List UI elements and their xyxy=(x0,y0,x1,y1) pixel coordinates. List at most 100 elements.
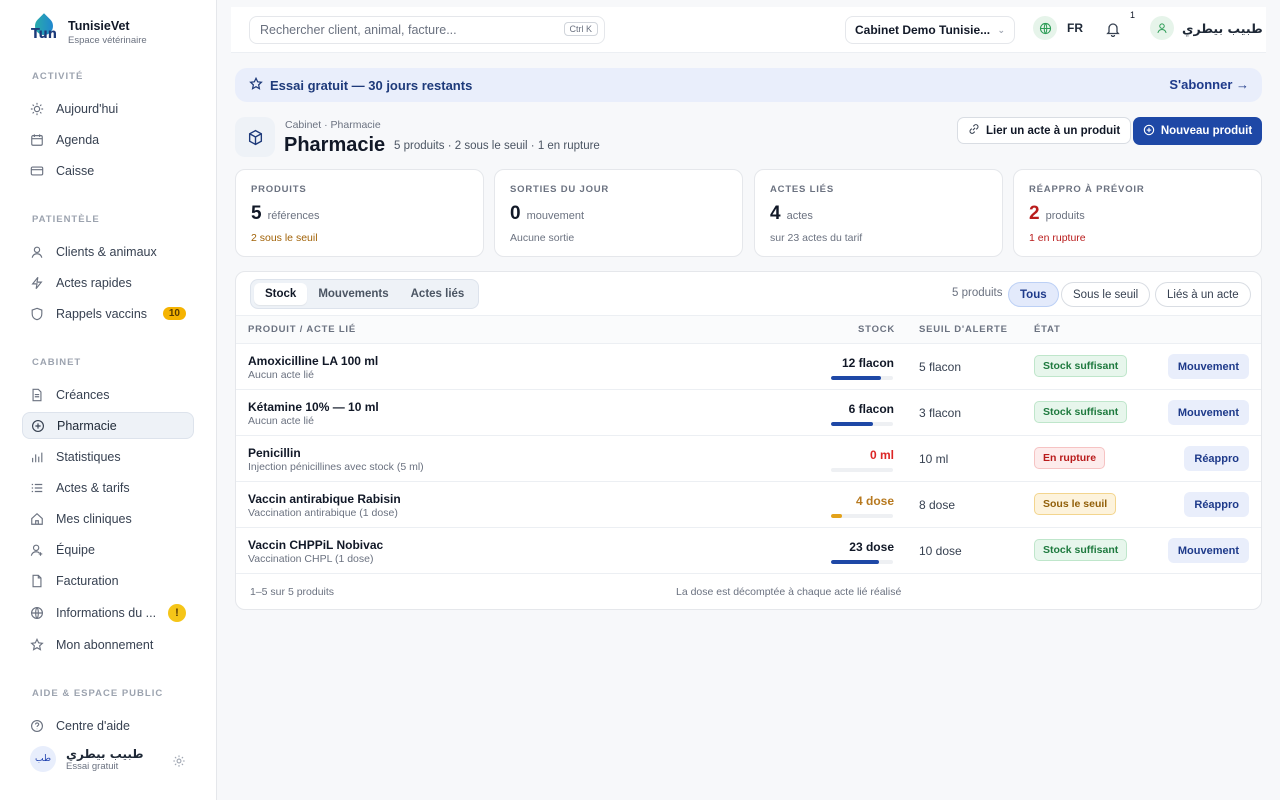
sidebar-item-clients[interactable]: Clients & animaux xyxy=(22,238,194,265)
page-title: Pharmacie xyxy=(284,134,386,156)
kpi-value: 4 xyxy=(770,203,781,224)
wallet-icon xyxy=(30,164,44,178)
user-menu[interactable]: طبيب بيطري xyxy=(1150,16,1263,40)
user-icon xyxy=(30,245,44,259)
status-badge: Stock suffisant xyxy=(1034,539,1128,561)
link-icon xyxy=(968,123,980,138)
sidebar-item-label: Centre d'aide xyxy=(56,718,130,733)
help-icon xyxy=(30,719,44,733)
language-switcher[interactable]: FR xyxy=(1033,16,1083,40)
kpi-note: sur 23 actes du tarif xyxy=(770,232,863,244)
language-label: FR xyxy=(1067,21,1083,35)
stock-quantity: 4 dose xyxy=(855,494,894,508)
linked-act: Injection pénicillines avec stock (5 ml) xyxy=(248,461,424,473)
status-badge: Stock suffisant xyxy=(1034,401,1128,423)
sidebar-item-mes-cliniques[interactable]: Mes cliniques xyxy=(22,505,194,532)
gear-icon[interactable] xyxy=(172,754,186,768)
sidebar-item-equipe[interactable]: Équipe xyxy=(22,536,194,563)
sidebar-item-label: Agenda xyxy=(56,132,100,147)
kpi-unit: mouvement xyxy=(526,210,585,222)
sidebar-item-creances[interactable]: Créances xyxy=(22,381,194,408)
kpi-value: 2 xyxy=(1029,203,1040,224)
avatar: طب xyxy=(30,746,56,772)
plus-circle-icon xyxy=(31,419,45,433)
product-name: Vaccin antirabique Rabisin xyxy=(248,492,401,506)
kpi-unit: références xyxy=(267,210,320,222)
product-count: 5 produits xyxy=(952,287,1003,299)
linked-act: Vaccination CHPL (1 dose) xyxy=(248,553,374,565)
stock-level-bar xyxy=(831,376,893,380)
sidebar-item-label: Rappels vaccins xyxy=(56,306,148,321)
mouvement-button[interactable]: Mouvement xyxy=(1167,400,1249,425)
shortcut-hint: Ctrl K xyxy=(563,22,598,36)
mouvement-button[interactable]: Mouvement xyxy=(1167,538,1249,563)
sidebar-item-informations[interactable]: Informations du ... ! xyxy=(22,599,194,626)
sidebar-item-mon-abonnement[interactable]: Mon abonnement xyxy=(22,631,194,658)
stock-level-bar xyxy=(831,514,893,518)
sidebar-user[interactable]: طب طبيب بيطري Essai gratuit xyxy=(30,746,190,772)
user-icon xyxy=(1150,16,1174,40)
brand-name: TunisieVet xyxy=(68,18,130,33)
sidebar-item-centre-aide[interactable]: Centre d'aide xyxy=(22,712,194,739)
bell-icon[interactable] xyxy=(1105,21,1121,40)
table-row[interactable]: Amoxicilline LA 100 ml Aucun acte lié 12 f… xyxy=(236,344,1261,390)
sidebar-item-caisse[interactable]: Caisse xyxy=(22,157,194,184)
tab-actes-lies[interactable]: Actes liés xyxy=(400,283,476,305)
sidebar-user-plan: Essai gratuit xyxy=(66,760,119,772)
sidebar-item-label: Clients & animaux xyxy=(56,244,157,259)
sidebar-item-statistiques[interactable]: Statistiques xyxy=(22,443,194,470)
sidebar-item-actes-tarifs[interactable]: Actes & tarifs xyxy=(22,474,194,501)
table-row[interactable]: Vaccin CHPPiL Nobivac Vaccination CHPL (1… xyxy=(236,528,1261,574)
sidebar-item-label: Créances xyxy=(56,387,110,402)
trial-banner: Essai gratuit — 30 jours restants S'abon… xyxy=(235,68,1262,102)
mouvement-button[interactable]: Mouvement xyxy=(1167,354,1249,379)
sidebar-item-rappels-vaccins[interactable]: Rappels vaccins 10 xyxy=(22,300,194,327)
column-header-etat: ÉTAT xyxy=(1034,324,1061,335)
table-row[interactable]: Penicillin Injection pénicillines avec st… xyxy=(236,436,1261,482)
sidebar-item-pharmacie[interactable]: Pharmacie xyxy=(22,412,194,439)
sidebar-item-label: Équipe xyxy=(56,542,95,557)
kpi-note: 1 en rupture xyxy=(1029,232,1086,244)
tab-bar: Stock Mouvements Actes liés xyxy=(250,279,480,309)
reappro-button[interactable]: Réappro xyxy=(1184,492,1249,517)
cabinet-select[interactable]: Cabinet Demo Tunisie... ⌄ xyxy=(845,16,1015,44)
product-name: Amoxicilline LA 100 ml xyxy=(248,354,379,368)
sidebar-item-agenda[interactable]: Agenda xyxy=(22,126,194,153)
star-icon xyxy=(30,637,44,652)
status-badge: Sous le seuil xyxy=(1034,493,1117,515)
reminder-count-badge: 10 xyxy=(162,307,186,320)
link-act-button[interactable]: Lier un acte à un produit xyxy=(957,117,1132,144)
status-badge: En rupture xyxy=(1034,447,1106,469)
search-box[interactable]: Ctrl K xyxy=(249,16,605,44)
filter-sous-le-seuil[interactable]: Sous le seuil xyxy=(1061,282,1151,307)
section-title-activite: ACTIVITÉ xyxy=(32,71,84,82)
subscribe-link[interactable]: S'abonner → xyxy=(1169,77,1249,92)
home-icon xyxy=(30,512,44,526)
kpi-card-produits: PRODUITS 5 références 2 sous le seuil xyxy=(235,169,484,257)
sidebar-item-label: Actes rapides xyxy=(56,275,132,290)
status-badge: Stock suffisant xyxy=(1034,355,1128,377)
table-footnote: La dose est décomptée à chaque acte lié … xyxy=(676,586,902,598)
kpi-label: PRODUITS xyxy=(251,184,307,195)
sidebar-item-label: Mon abonnement xyxy=(56,637,154,652)
tab-mouvements[interactable]: Mouvements xyxy=(307,283,399,305)
table-row[interactable]: Vaccin antirabique Rabisin Vaccination an… xyxy=(236,482,1261,528)
sidebar-item-actes-rapides[interactable]: Actes rapides xyxy=(22,269,194,296)
reappro-button[interactable]: Réappro xyxy=(1184,446,1249,471)
filter-tous[interactable]: Tous xyxy=(1008,282,1059,307)
brand[interactable]: Tun TunisieVet Espace vétérinaire xyxy=(30,13,147,47)
sidebar-item-aujourdhui[interactable]: Aujourd'hui xyxy=(22,95,194,122)
table-row[interactable]: Kétamine 10% — 10 ml Aucun acte lié 6 flac… xyxy=(236,390,1261,436)
column-header-stock: STOCK xyxy=(858,324,896,335)
product-name: Penicillin xyxy=(248,446,301,460)
star-icon xyxy=(249,76,263,94)
filter-lies-acte[interactable]: Liés à un acte xyxy=(1155,282,1251,307)
user-name: طبيب بيطري xyxy=(1182,20,1263,36)
globe-icon xyxy=(30,606,44,620)
search-input[interactable] xyxy=(260,23,550,37)
sidebar-item-label: Actes & tarifs xyxy=(56,480,130,495)
sidebar-item-facturation[interactable]: Facturation xyxy=(22,567,194,594)
sun-icon xyxy=(30,102,44,116)
new-product-button[interactable]: Nouveau produit xyxy=(1133,117,1262,145)
tab-stock[interactable]: Stock xyxy=(254,283,308,305)
